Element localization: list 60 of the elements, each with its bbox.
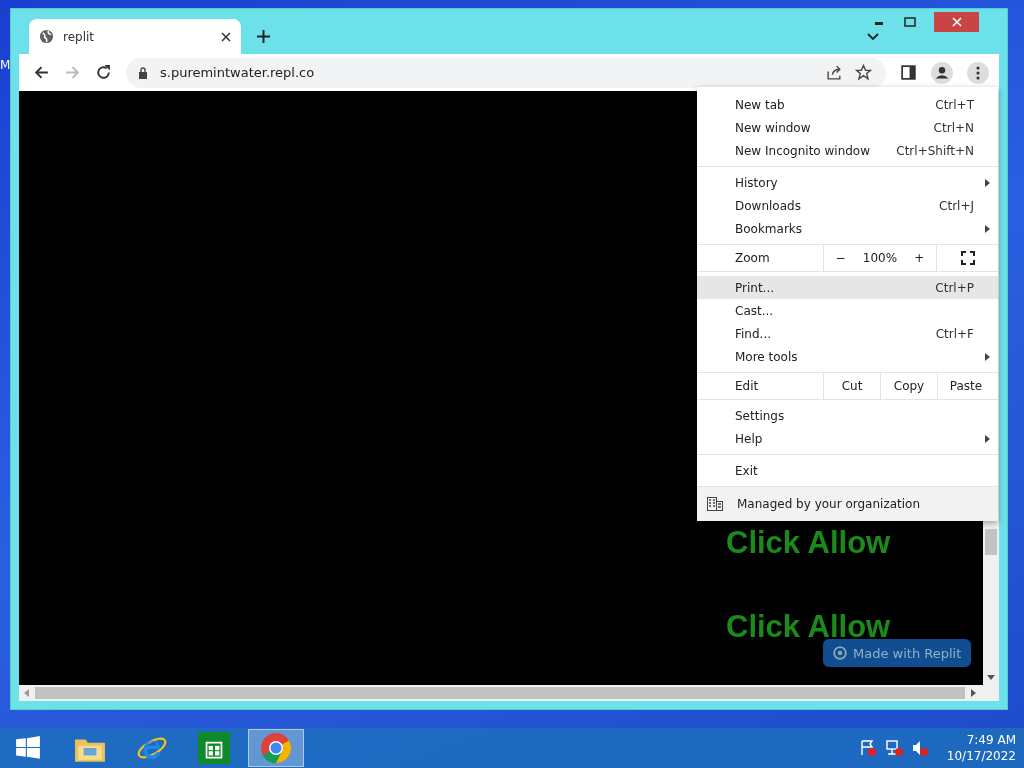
menu-item[interactable]: Downloads Ctrl+J [697,194,998,217]
close-button[interactable] [934,12,979,32]
menu-item[interactable]: Print... Ctrl+P [697,276,998,299]
menu-item[interactable]: New window Ctrl+N [697,116,998,139]
clock-time: 7:49 AM [966,732,1016,748]
close-tab-icon[interactable] [221,31,231,42]
menu-item[interactable]: Settings [697,404,998,427]
zoom-out-button[interactable]: − [829,251,852,265]
side-panel-icon[interactable] [900,64,917,81]
back-icon[interactable] [33,64,50,81]
menu-item[interactable]: New Incognito window Ctrl+Shift+N [697,139,998,162]
address-bar[interactable]: s.puremintwater.repl.co [126,57,886,88]
horizontal-scrollbar[interactable] [19,685,999,701]
scroll-right-icon[interactable] [971,689,977,697]
tab-title: replit [63,29,96,44]
made-with-replit-badge[interactable]: Made with Replit [823,639,972,667]
globe-icon [39,29,54,44]
lock-icon [138,66,148,79]
edit-label: Edit [734,378,760,395]
reload-icon[interactable] [95,64,112,81]
maximize-icon[interactable] [904,16,916,28]
zoom-in-button[interactable]: + [908,251,931,265]
building-icon [707,497,723,511]
windows-logo-icon [15,735,41,761]
edit-action-button[interactable]: Copy [880,373,937,399]
click-allow-text: Click Allow [726,527,891,559]
menu-item[interactable]: New tab Ctrl+T [697,93,998,116]
desktop-icon-label: M [0,58,11,72]
scroll-down-icon[interactable] [987,675,995,681]
menu-item[interactable]: History [697,171,998,194]
clock-date: 10/17/2022 [946,748,1016,764]
url-text: s.puremintwater.repl.co [160,65,315,80]
browser-tab[interactable]: replit [29,19,241,54]
flag-icon[interactable] [858,739,877,757]
zoom-label: Zoom [734,250,771,267]
new-tab-icon[interactable] [257,30,270,43]
scroll-thumb[interactable] [35,687,965,699]
speaker-icon[interactable] [910,739,929,757]
network-icon[interactable] [884,739,903,757]
profile-icon[interactable] [931,61,953,84]
menu-item[interactable]: Bookmarks [697,217,998,240]
menu-item[interactable]: More tools [697,345,998,368]
edit-action-button[interactable]: Cut [823,373,880,399]
close-icon [951,17,962,27]
menu-item[interactable]: Help [697,427,998,450]
taskbar-app-button[interactable] [248,729,304,767]
menu-icon[interactable] [967,61,989,84]
zoom-level-text: 100% [862,251,898,265]
menu-item[interactable]: Find... Ctrl+F [697,322,998,345]
chrome-logo-icon [260,732,292,764]
menu-item[interactable]: Cast... [697,299,998,322]
fullscreen-icon [960,251,975,265]
replit-logo-icon [833,646,847,660]
chevron-down-icon[interactable] [867,33,879,41]
share-icon[interactable] [826,64,843,81]
edit-action-button[interactable]: Paste [937,373,994,399]
star-icon[interactable] [855,64,872,81]
clock[interactable]: 7:49 AM 10/17/2022 [936,732,1024,764]
menu-item[interactable]: Exit [697,459,998,482]
scroll-thumb[interactable] [985,529,997,555]
